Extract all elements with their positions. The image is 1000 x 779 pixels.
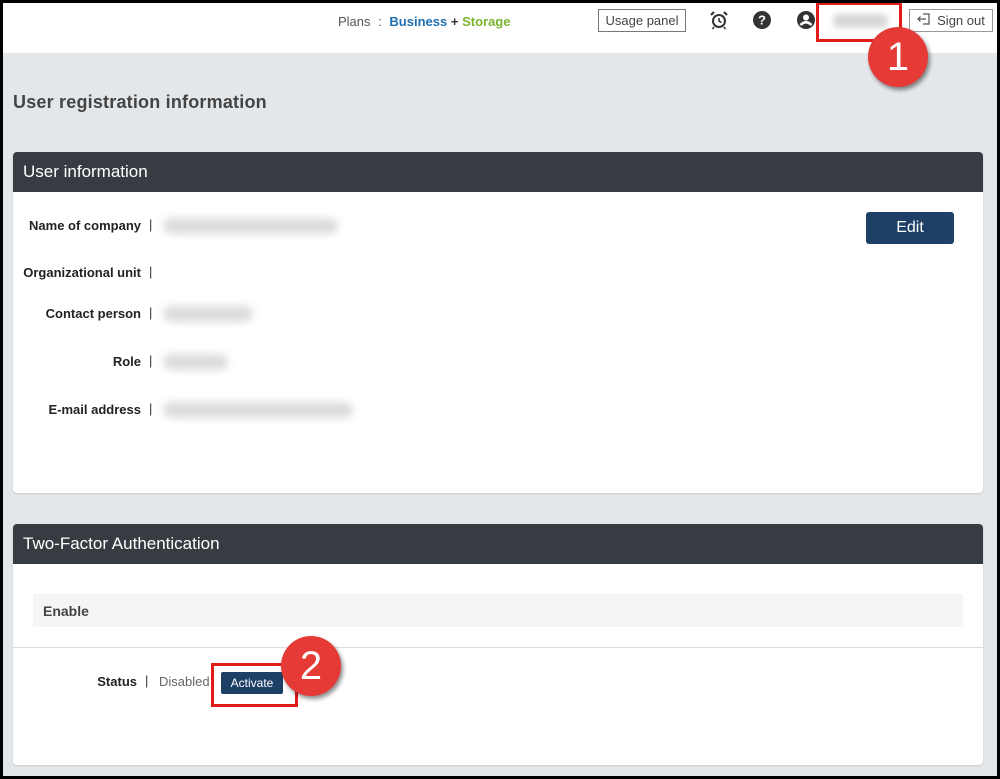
status-separator: | — [145, 673, 149, 688]
sign-out-button[interactable]: Sign out — [909, 9, 993, 32]
usage-panel-button[interactable]: Usage panel — [598, 9, 686, 32]
field-value-email-redacted — [163, 402, 353, 418]
user-information-panel: User information Name of company | Organ… — [13, 152, 983, 493]
callout-badge-1: 1 — [868, 27, 928, 87]
sign-out-icon — [917, 13, 931, 28]
field-value-role-redacted — [163, 354, 228, 370]
field-label-email: E-mail address — [48, 402, 142, 417]
field-label-company: Name of company — [29, 218, 141, 233]
callout-badge-2: 2 — [281, 636, 341, 696]
field-label-org-unit: Organizational unit — [23, 265, 141, 280]
field-label-role: Role — [112, 354, 141, 369]
plans-indicator: Plans : Business + Storage — [338, 14, 510, 29]
divider — [13, 647, 983, 648]
plans-label: Plans — [338, 14, 371, 29]
plan-plus: + — [450, 14, 459, 29]
field-value-contact-redacted — [163, 306, 253, 322]
field-label-contact-person: Contact person — [45, 306, 141, 321]
field-separator: | — [149, 353, 153, 368]
plan-business: Business — [389, 14, 448, 29]
field-separator: | — [149, 305, 153, 320]
field-separator: | — [149, 401, 153, 416]
two-factor-heading: Two-Factor Authentication — [13, 524, 983, 564]
edit-button[interactable]: Edit — [866, 212, 954, 244]
status-value: Disabled — [159, 674, 210, 689]
field-separator: | — [149, 264, 153, 279]
status-label: Status — [97, 674, 137, 689]
user-icon[interactable] — [795, 9, 817, 31]
enable-section-header: Enable — [33, 594, 963, 627]
plan-storage: Storage — [462, 14, 511, 29]
plans-separator: : — [378, 14, 382, 29]
help-icon[interactable]: ? — [751, 9, 773, 31]
field-separator: | — [149, 217, 153, 232]
svg-text:?: ? — [758, 13, 766, 28]
page-title: User registration information — [13, 92, 267, 112]
field-value-company-redacted — [163, 218, 338, 234]
alarm-clock-icon[interactable] — [708, 9, 730, 31]
sign-out-label: Sign out — [937, 13, 985, 28]
user-information-body: Name of company | Organizational unit | … — [13, 192, 983, 493]
two-factor-panel: Two-Factor Authentication Enable Status … — [13, 524, 983, 765]
user-information-heading: User information — [13, 152, 983, 192]
